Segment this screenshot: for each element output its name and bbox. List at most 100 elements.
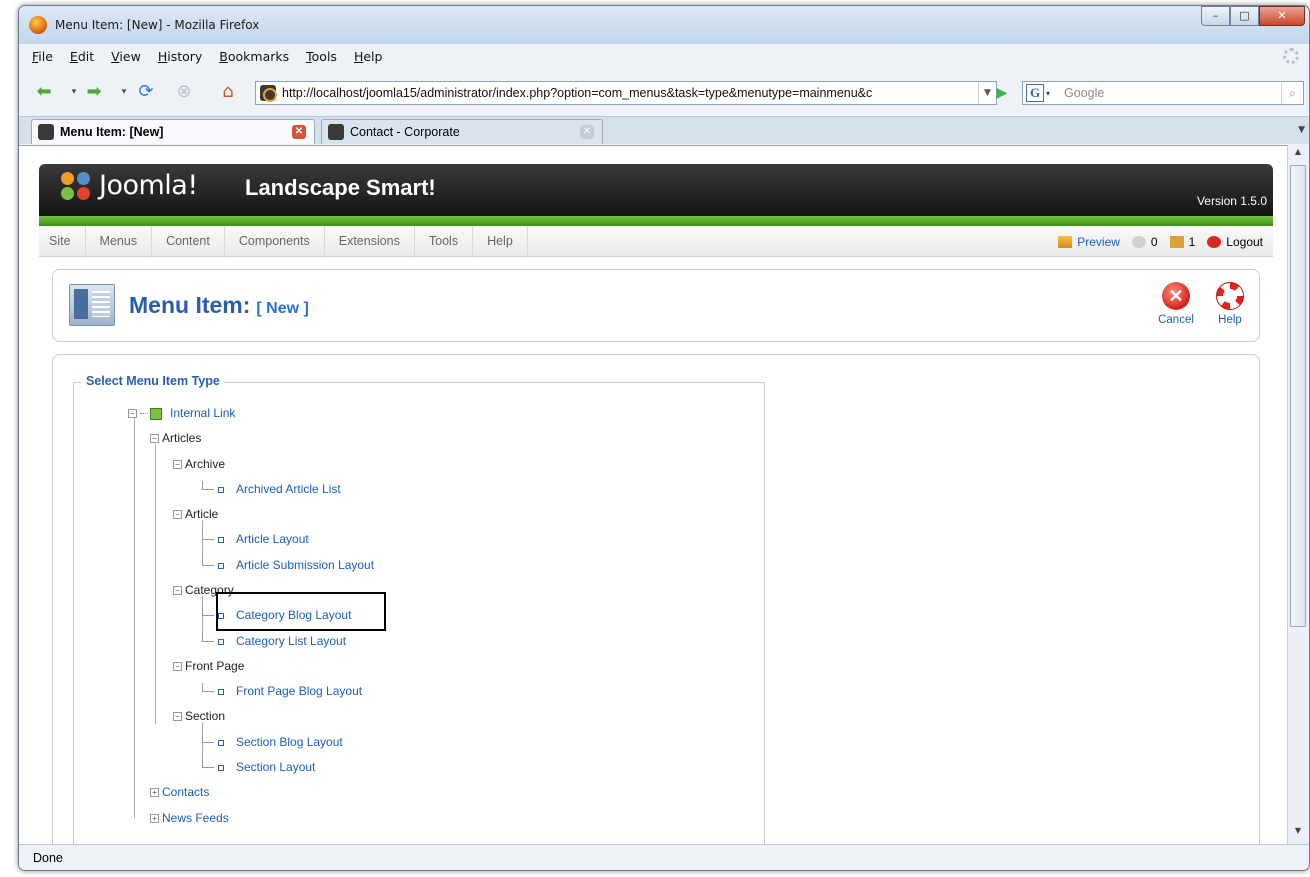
tab-menu-item-new[interactable]: Menu Item: [New] ✕ xyxy=(31,119,315,144)
collapse-icon[interactable]: − xyxy=(173,662,182,672)
page-toolbar: Menu Item:[ New ] ✕ Cancel Help xyxy=(52,269,1260,342)
admin-menu-site[interactable]: Site xyxy=(39,225,86,257)
expand-icon[interactable]: + xyxy=(150,788,159,798)
tree-leaf-article-layout[interactable]: Article Layout xyxy=(214,531,309,547)
header-green-bar xyxy=(39,216,1273,226)
scrollbar-thumb[interactable] xyxy=(1290,165,1306,627)
window-controls: – □ ✕ xyxy=(1201,6,1305,26)
scroll-up-icon[interactable]: ▲ xyxy=(1288,147,1308,163)
tree-leaf-category-blog-layout[interactable]: Category Blog Layout xyxy=(214,607,351,623)
tree-node-archive[interactable]: − Archive xyxy=(173,456,225,472)
tree-leaf-front-page-blog-layout[interactable]: Front Page Blog Layout xyxy=(214,683,362,699)
tree-node-news-feeds[interactable]: + News Feeds xyxy=(150,810,229,826)
reload-icon[interactable]: ⟳ xyxy=(133,80,159,104)
close-button[interactable]: ✕ xyxy=(1259,6,1305,26)
tree-leaf-category-list-layout[interactable]: Category List Layout xyxy=(214,633,346,649)
leaf-icon xyxy=(218,486,224,493)
version-label: Version 1.5.0 xyxy=(1196,194,1267,208)
messages-count[interactable]: 0 xyxy=(1131,235,1158,249)
admin-menu-extensions[interactable]: Extensions xyxy=(325,225,415,257)
collapse-icon[interactable]: − xyxy=(173,712,182,722)
tree-node-category[interactable]: − Category xyxy=(173,582,234,598)
status-bar: Done xyxy=(19,844,1309,870)
expand-icon[interactable]: + xyxy=(150,814,159,824)
menu-bookmarks[interactable]: Bookmarks xyxy=(219,49,289,64)
menu-help[interactable]: Help xyxy=(354,49,383,64)
site-name: Landscape Smart! xyxy=(245,175,436,200)
messages-icon xyxy=(1131,235,1146,248)
home-icon[interactable]: ⌂ xyxy=(215,80,241,104)
menu-edit[interactable]: Edit xyxy=(70,49,94,64)
tree-node-contacts[interactable]: + Contacts xyxy=(150,784,209,800)
tab-close-icon[interactable]: ✕ xyxy=(580,125,594,139)
menu-item-page-icon xyxy=(69,284,115,326)
admin-menu-bar: Site Menus Content Components Extensions… xyxy=(39,225,1273,257)
preview-icon xyxy=(1058,235,1073,248)
search-magnifier-icon[interactable]: ⌕ xyxy=(1281,82,1303,104)
joomla-favicon-icon xyxy=(38,124,54,140)
admin-menu-help[interactable]: Help xyxy=(473,225,528,257)
users-icon xyxy=(1169,235,1184,248)
go-arrow-icon[interactable]: ▶ xyxy=(991,81,1013,105)
tree-node-articles[interactable]: − Articles xyxy=(150,430,201,446)
search-input[interactable]: Google xyxy=(1064,86,1104,100)
collapse-icon[interactable]: − xyxy=(173,460,182,470)
tree-leaf-article-submission-layout[interactable]: Article Submission Layout xyxy=(214,557,374,573)
collapse-icon[interactable]: − xyxy=(173,510,182,520)
scroll-down-icon[interactable]: ▼ xyxy=(1288,826,1308,842)
title-bar: Menu Item: [New] - Mozilla Firefox – □ ✕ xyxy=(19,6,1309,44)
vertical-scrollbar[interactable]: ▲ ▼ xyxy=(1287,145,1309,844)
leaf-icon xyxy=(218,764,224,771)
leaf-icon xyxy=(218,688,224,695)
tab-strip: Menu Item: [New] ✕ Contact - Corporate ✕… xyxy=(19,116,1309,144)
stop-icon[interactable]: ⊗ xyxy=(171,80,197,104)
admin-status: Preview 0 1 Logout xyxy=(1046,226,1263,257)
help-button[interactable]: Help xyxy=(1207,282,1253,326)
joomla-logo-text: Joomla! xyxy=(99,170,198,201)
cancel-button[interactable]: ✕ Cancel xyxy=(1153,282,1199,326)
collapse-icon[interactable]: − xyxy=(173,586,182,596)
search-bar[interactable]: G ▾ Google ⌕ xyxy=(1022,81,1304,105)
window-title: Menu Item: [New] - Mozilla Firefox xyxy=(55,18,260,32)
site-favicon-icon xyxy=(260,85,277,102)
page-subtitle: [ New ] xyxy=(256,300,309,317)
menu-tools[interactable]: Tools xyxy=(306,49,337,64)
leaf-icon xyxy=(218,739,224,746)
tree-node-front-page[interactable]: − Front Page xyxy=(173,658,244,674)
menu-file[interactable]: File xyxy=(32,49,53,64)
leaf-icon xyxy=(218,536,224,543)
admin-menu-menus[interactable]: Menus xyxy=(86,225,153,257)
collapse-icon[interactable]: − xyxy=(150,434,159,444)
google-engine-icon[interactable]: G xyxy=(1026,84,1044,102)
tab-list-dropdown-icon[interactable]: ▼ xyxy=(1298,125,1305,135)
minimize-button[interactable]: – xyxy=(1201,6,1230,26)
leaf-icon xyxy=(218,562,224,569)
tree-node-section[interactable]: − Section xyxy=(173,708,225,724)
collapse-icon[interactable]: − xyxy=(128,409,137,419)
users-count[interactable]: 1 xyxy=(1169,235,1195,249)
tab-label: Menu Item: [New] xyxy=(60,125,164,139)
status-text: Done xyxy=(33,851,63,865)
maximize-button[interactable]: □ xyxy=(1230,6,1259,26)
tree-leaf-section-layout[interactable]: Section Layout xyxy=(214,759,315,775)
fieldset-legend: Select Menu Item Type xyxy=(82,374,224,388)
url-text[interactable]: http://localhost/joomla15/administrator/… xyxy=(282,86,978,100)
menu-history[interactable]: History xyxy=(158,49,202,64)
preview-link[interactable]: Preview xyxy=(1058,235,1120,249)
logout-link[interactable]: Logout xyxy=(1207,235,1263,249)
tab-close-icon[interactable]: ✕ xyxy=(292,125,306,139)
admin-menu-content[interactable]: Content xyxy=(152,225,225,257)
tree-leaf-archived-article-list[interactable]: Archived Article List xyxy=(214,481,341,497)
forward-arrow-icon[interactable]: ➡ xyxy=(81,80,107,104)
engine-dropdown-icon[interactable]: ▾ xyxy=(1046,89,1050,98)
tab-contact-corporate[interactable]: Contact - Corporate ✕ xyxy=(321,119,603,144)
menu-view[interactable]: View xyxy=(111,49,141,64)
tree-node-internal-link[interactable]: − Internal Link xyxy=(128,405,235,421)
address-bar[interactable]: http://localhost/joomla15/administrator/… xyxy=(255,81,997,105)
admin-menu-tools[interactable]: Tools xyxy=(415,225,474,257)
tree-leaf-section-blog-layout[interactable]: Section Blog Layout xyxy=(214,734,343,750)
tab-label: Contact - Corporate xyxy=(350,125,460,139)
tree-node-article[interactable]: − Article xyxy=(173,506,218,522)
admin-menu-components[interactable]: Components xyxy=(225,225,325,257)
back-arrow-icon[interactable]: ⬅ xyxy=(31,80,57,104)
